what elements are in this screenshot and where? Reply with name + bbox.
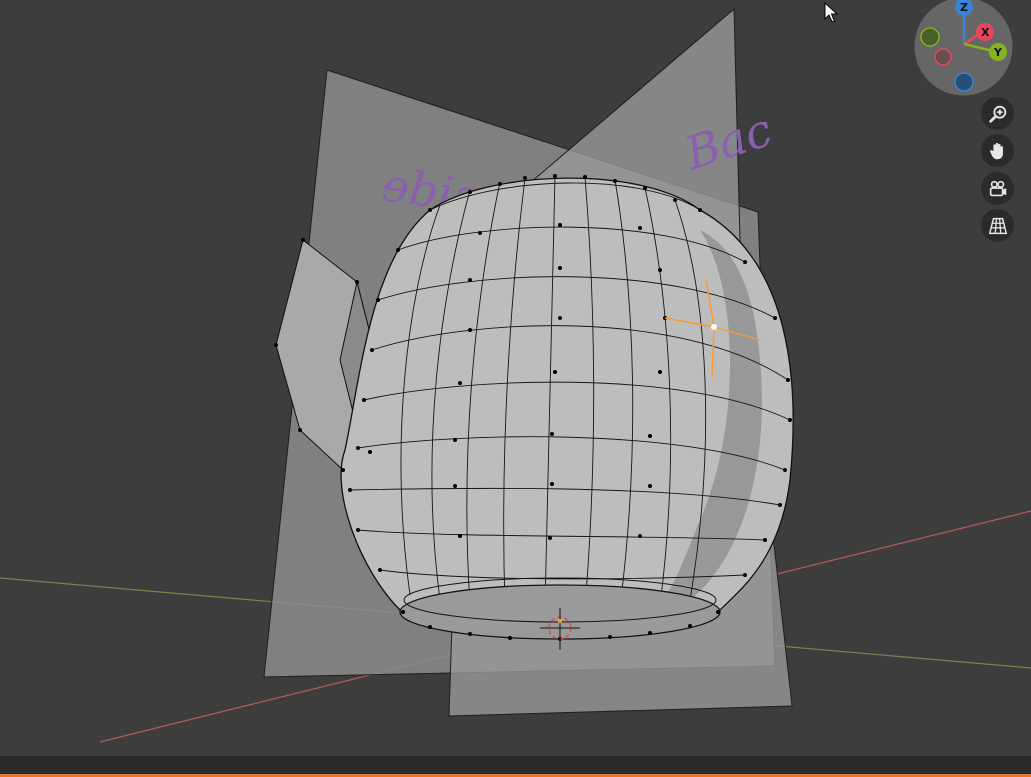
pan-button[interactable] [981, 134, 1014, 167]
gizmo-graphic: Z X Y [914, 0, 1013, 96]
hand-pan-icon [989, 142, 1003, 159]
3d-viewport[interactable]: ɘbiƨ Bac [0, 0, 1031, 756]
navigation-gizmo[interactable]: Z X Y [913, 0, 1014, 96]
gizmo-z-label: Z [960, 1, 968, 14]
zoom-icon [988, 105, 1006, 123]
gizmo-x-label: X [981, 26, 990, 39]
perspective-grid-icon [988, 217, 1007, 234]
gizmo-y-label: Y [993, 46, 1003, 59]
camera-icon [989, 180, 1006, 196]
camera-view-button[interactable] [981, 172, 1014, 205]
status-bar [0, 756, 1031, 774]
perspective-toggle-button[interactable] [981, 209, 1014, 242]
gizmo-neg-z[interactable] [954, 72, 974, 92]
gizmo-neg-x[interactable] [934, 48, 952, 66]
gizmo-neg-y[interactable] [920, 27, 940, 47]
zoom-button[interactable] [981, 97, 1014, 130]
mouse-cursor-icon [824, 1, 839, 28]
viewport-scene: ɘbiƨ Bac [0, 7, 1031, 743]
